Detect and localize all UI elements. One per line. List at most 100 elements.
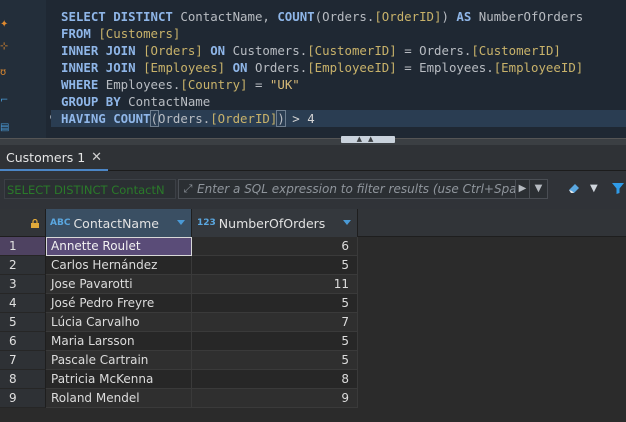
filter-history-dropdown-icon[interactable]: ▼ — [529, 180, 547, 198]
sql-token: = — [247, 77, 270, 92]
expand-icon[interactable]: ⤢ — [179, 182, 197, 196]
tab-customers-1[interactable]: Customers 1 ✕ — [0, 145, 109, 171]
row-number[interactable]: 7 — [0, 351, 46, 370]
cell-numberoforders[interactable]: 11 — [192, 275, 358, 294]
table-row[interactable]: 5 Lúcia Carvalho 7 — [0, 313, 626, 332]
cell-numberoforders[interactable]: 8 — [192, 370, 358, 389]
lock-icon — [31, 219, 39, 228]
table-row[interactable]: 4 José Pedro Freyre 5 — [0, 294, 626, 313]
row-number[interactable]: 3 — [0, 275, 46, 294]
row-number[interactable]: 8 — [0, 370, 46, 389]
cell-numberoforders[interactable]: 5 — [192, 332, 358, 351]
sql-token: AS — [456, 9, 479, 24]
sql-token: COUNT — [277, 9, 315, 24]
table-row[interactable]: 9 Roland Mendel 9 — [0, 389, 626, 408]
sql-token: (Orders. — [314, 9, 375, 24]
sql-line[interactable]: WHERE Employees.[Country] = "UK" — [61, 76, 626, 93]
sql-token: = Orders. — [396, 43, 472, 58]
sql-token: INNER JOIN — [61, 60, 144, 75]
grid-corner[interactable] — [0, 209, 46, 237]
sort-arrow-icon[interactable] — [343, 220, 351, 225]
row-number[interactable]: 5 — [0, 313, 46, 332]
sql-code[interactable]: SELECT DISTINCT ContactName, COUNT(Order… — [51, 8, 626, 127]
sql-line[interactable]: HAVING COUNT(Orders.[OrderID]) > 4 — [51, 110, 626, 127]
filter-placeholder[interactable]: Enter a SQL expression to filter results… — [197, 182, 515, 196]
sql-line[interactable]: INNER JOIN [Employees] ON Orders.[Employ… — [61, 59, 626, 76]
tab-label: Customers 1 — [6, 149, 86, 165]
query-preview[interactable]: SELECT DISTINCT ContactN — [4, 179, 176, 199]
table-row[interactable]: 1 Annette Roulet 6 — [0, 237, 626, 256]
sql-line[interactable]: GROUP BY ContactName — [61, 93, 626, 110]
pane-splitter[interactable] — [0, 138, 626, 145]
row-number[interactable]: 9 — [0, 389, 46, 408]
sql-token: [Customers] — [98, 26, 181, 41]
sql-token: [OrderID] — [374, 9, 442, 24]
filter-bar: SELECT DISTINCT ContactN ⤢ Enter a SQL e… — [0, 171, 626, 209]
gutter-marker-icon: ✦ — [0, 19, 9, 30]
cell-numberoforders[interactable]: 9 — [192, 389, 358, 408]
sort-arrow-icon[interactable] — [177, 220, 185, 225]
funnel-icon[interactable] — [610, 180, 626, 196]
table-row[interactable]: 8 Patricia McKenna 8 — [0, 370, 626, 389]
filter-input[interactable]: ⤢ Enter a SQL expression to filter resul… — [178, 179, 548, 199]
sql-line[interactable]: INNER JOIN [Orders] ON Customers.[Custom… — [61, 42, 626, 59]
sql-line[interactable]: FROM [Customers] — [61, 25, 626, 42]
cell-contactname[interactable]: Carlos Hernández — [46, 256, 192, 275]
row-number[interactable]: 4 — [0, 294, 46, 313]
cell-numberoforders[interactable]: 5 — [192, 256, 358, 275]
sql-token: FROM — [61, 26, 99, 41]
result-grid: ABC ContactName 123 NumberOfOrders 1 Anne… — [0, 209, 626, 422]
cell-contactname[interactable]: Annette Roulet — [46, 237, 192, 256]
column-header-numberoforders[interactable]: 123 NumberOfOrders — [192, 209, 358, 237]
grid-rows: 1 Annette Roulet 6 2 Carlos Hernández 5 3 Jose … — [0, 237, 626, 408]
sql-token: Orders. — [158, 111, 211, 126]
close-icon[interactable]: ✕ — [91, 150, 102, 165]
row-number[interactable]: 2 — [0, 256, 46, 275]
sql-line[interactable]: SELECT DISTINCT ContactName, COUNT(Order… — [61, 8, 626, 25]
sql-token: ( — [149, 110, 160, 127]
table-row[interactable]: 3 Jose Pavarotti 11 — [0, 275, 626, 294]
sql-token: [OrderID] — [210, 111, 278, 126]
cell-numberoforders[interactable]: 7 — [192, 313, 358, 332]
column-label: NumberOfOrders — [218, 215, 326, 231]
sql-token: [EmployeeID] — [493, 60, 584, 75]
cell-contactname[interactable]: Lúcia Carvalho — [46, 313, 192, 332]
sql-token: Customers. — [232, 43, 308, 58]
eraser-icon[interactable] — [566, 180, 582, 196]
sql-token: ) — [276, 110, 286, 127]
column-header-contactname[interactable]: ABC ContactName — [46, 209, 192, 237]
sql-token: COUNT — [113, 111, 151, 126]
sql-token: Employees. — [105, 77, 181, 92]
sql-editor[interactable]: ✦ ⊹ ʊ ⌐ ▤ SELECT DISTINCT ContactName, C… — [0, 0, 626, 138]
row-number[interactable]: 6 — [0, 332, 46, 351]
sql-token: ContactName, — [180, 9, 278, 24]
apply-filter-icon[interactable]: ▶ — [515, 180, 529, 198]
table-row[interactable]: 7 Pascale Cartrain 5 — [0, 351, 626, 370]
cell-contactname[interactable]: Maria Larsson — [46, 332, 192, 351]
cell-numberoforders[interactable]: 6 — [192, 237, 358, 256]
gutter-marker-icon: ʊ — [0, 67, 7, 78]
table-row[interactable]: 6 Maria Larsson 5 — [0, 332, 626, 351]
sql-token: > 4 — [284, 111, 315, 126]
sql-token: Orders. — [254, 60, 308, 75]
cell-contactname[interactable]: Roland Mendel — [46, 389, 192, 408]
sql-token: NumberOfOrders — [478, 9, 584, 24]
splitter-toggle-icon[interactable]: ▲▲ — [341, 136, 395, 143]
table-row[interactable]: 2 Carlos Hernández 5 — [0, 256, 626, 275]
sql-token: "UK" — [269, 77, 300, 92]
sql-token: [EmployeeID] — [307, 60, 397, 75]
cell-contactname[interactable]: Pascale Cartrain — [46, 351, 192, 370]
sql-token: SELECT DISTINCT — [61, 9, 181, 24]
row-number[interactable]: 1 — [0, 237, 46, 256]
cell-contactname[interactable]: Jose Pavarotti — [46, 275, 192, 294]
cell-numberoforders[interactable]: 5 — [192, 294, 358, 313]
cell-contactname[interactable]: José Pedro Freyre — [46, 294, 192, 313]
sql-token: [Employees] — [143, 60, 233, 75]
cell-numberoforders[interactable]: 5 — [192, 351, 358, 370]
sql-token: GROUP BY — [61, 94, 129, 109]
sql-token: HAVING — [61, 111, 114, 126]
gutter-marker-icon: ⌐ — [0, 95, 9, 106]
sql-token: [CustomerID] — [307, 43, 397, 58]
cell-contactname[interactable]: Patricia McKenna — [46, 370, 192, 389]
filter-menu-icon[interactable]: ▼ — [590, 183, 598, 194]
